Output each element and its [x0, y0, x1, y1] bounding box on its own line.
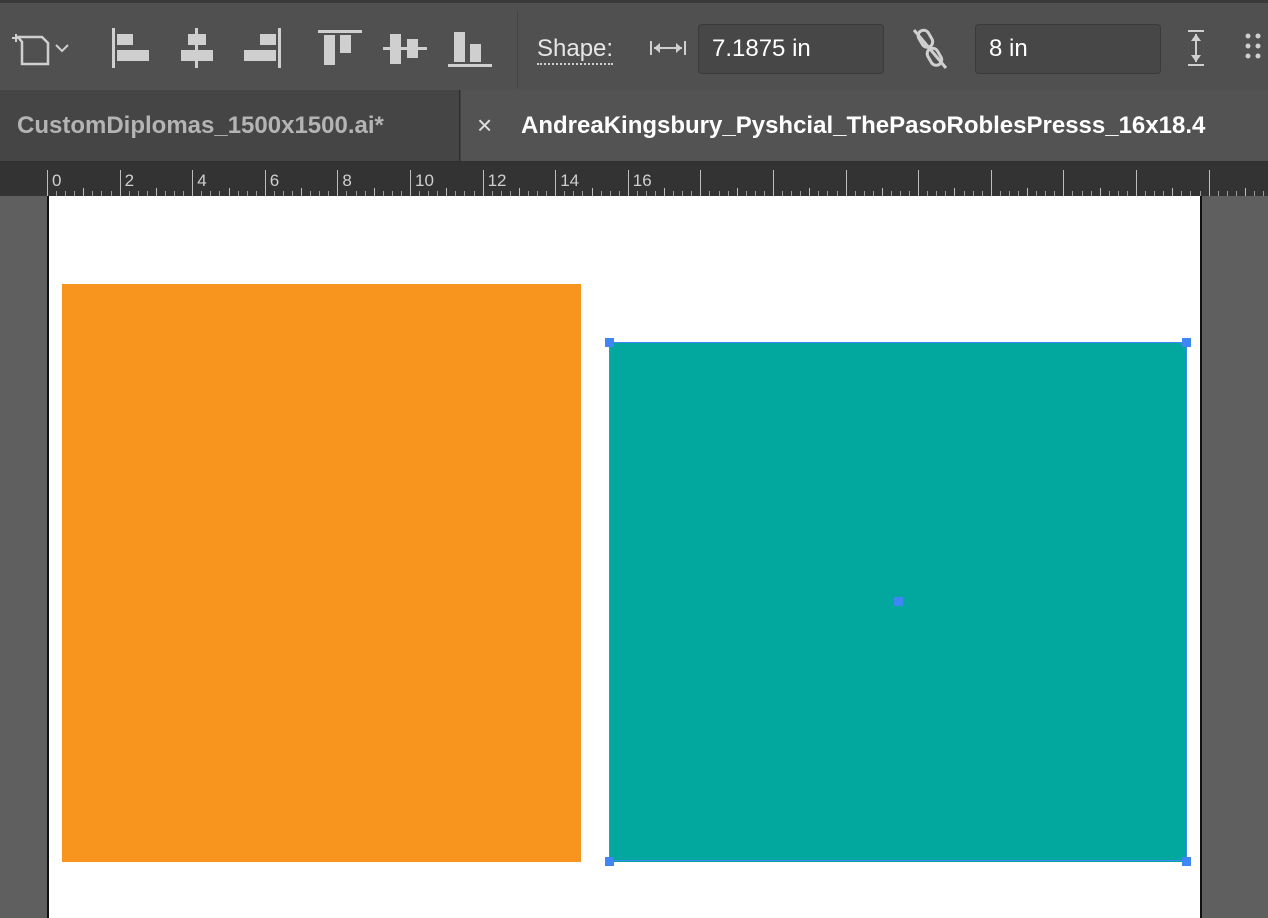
- width-field[interactable]: 7.1875 in: [698, 24, 884, 74]
- ruler-label: 0: [52, 171, 61, 190]
- horizontal-ruler[interactable]: 0 2 4 6 8 10 12 14 16: [0, 162, 1268, 196]
- unlink-proportions-button[interactable]: [906, 23, 954, 73]
- tab-label: AndreaKingsbury_Pyshcial_ThePasoRoblesPr…: [521, 112, 1206, 139]
- tab-custom-diplomas[interactable]: CustomDiplomas_1500x1500.ai*: [0, 90, 460, 161]
- selection-handle-bottom-right[interactable]: [1182, 857, 1191, 866]
- close-icon[interactable]: ×: [477, 90, 492, 161]
- ruler-label: 2: [125, 171, 134, 190]
- align-horizontal-center-button[interactable]: [174, 23, 220, 73]
- chevron-down-icon[interactable]: [52, 23, 72, 73]
- ruler-label: 10: [415, 171, 434, 190]
- ruler-ticks: 0 2 4 6 8 10 12 14 16: [47, 170, 1264, 196]
- width-arrows-icon: [648, 23, 688, 73]
- align-right-icon: [244, 28, 281, 68]
- ruler-label: 8: [342, 171, 351, 190]
- align-bottom-button[interactable]: [446, 23, 494, 73]
- selection-center-point[interactable]: [894, 597, 903, 606]
- height-field[interactable]: 8 in: [975, 24, 1161, 74]
- selection-handle-bottom-left[interactable]: [605, 857, 614, 866]
- ruler-label: 12: [488, 171, 507, 190]
- unlink-proportions-icon: [912, 28, 948, 69]
- ruler-label: 6: [270, 171, 279, 190]
- document-tab-bar: CustomDiplomas_1500x1500.ai* × AndreaKin…: [0, 90, 1268, 162]
- align-right-button[interactable]: [240, 23, 286, 73]
- align-vertical-center-button[interactable]: [381, 23, 429, 73]
- align-vertical-center-icon: [383, 34, 427, 64]
- toolbar-separator: [517, 11, 518, 89]
- align-left-icon: [112, 28, 149, 68]
- selection-handle-top-right[interactable]: [1182, 338, 1191, 347]
- control-bar: Shape: 7.1875 in 8 in: [0, 0, 1268, 90]
- selection-handle-top-left[interactable]: [605, 338, 614, 347]
- ruler-label: 4: [197, 171, 206, 190]
- more-options-button[interactable]: [1242, 23, 1266, 73]
- shape-label[interactable]: Shape:: [537, 35, 614, 65]
- ruler-label: 16: [633, 171, 652, 190]
- orange-rectangle[interactable]: [62, 284, 581, 862]
- align-horizontal-center-icon: [181, 28, 213, 68]
- tab-label: CustomDiplomas_1500x1500.ai*: [17, 112, 384, 139]
- height-arrows-icon: [1184, 23, 1208, 73]
- align-left-button[interactable]: [108, 23, 154, 73]
- align-bottom-icon: [448, 32, 492, 67]
- align-top-button[interactable]: [316, 23, 364, 73]
- more-options-icon: [1245, 33, 1261, 59]
- tab-andrea-kingsbury[interactable]: × AndreaKingsbury_Pyshcial_ThePasoRobles…: [461, 90, 1268, 161]
- align-top-icon: [318, 30, 362, 65]
- ruler-label: 14: [560, 171, 579, 190]
